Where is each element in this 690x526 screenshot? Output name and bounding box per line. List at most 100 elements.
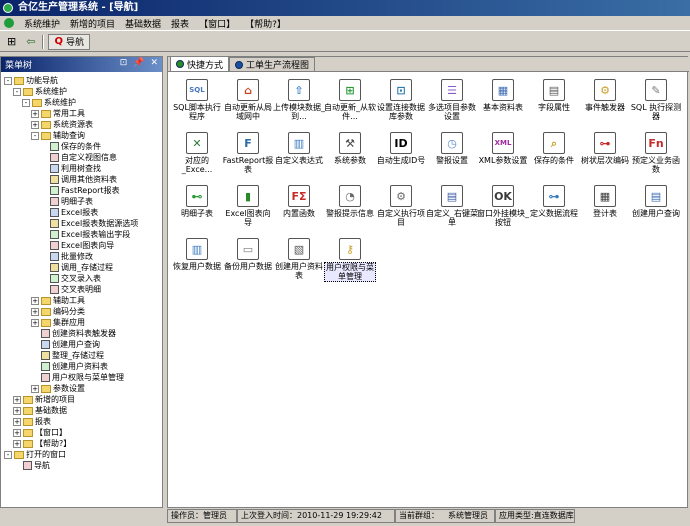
shortcut-item[interactable]: ☰ 多选项目参数设置	[426, 79, 478, 133]
panel-float-icon[interactable]: ⊡	[120, 58, 128, 68]
tree-node[interactable]: + 常用工具	[31, 108, 85, 119]
tree-node[interactable]: FastReport报表	[40, 185, 120, 196]
tree-node[interactable]: 明细子表	[40, 196, 93, 207]
shortcut-item[interactable]: ▤ 字段属性	[528, 79, 580, 133]
shortcut-item[interactable]: ID 自动生成ID号	[375, 132, 427, 186]
collapse-icon[interactable]: -	[22, 98, 30, 107]
tree-node[interactable]: Excel图表向导	[40, 240, 114, 251]
toolbar-layout-button[interactable]: ⊞	[4, 34, 19, 50]
expand-icon[interactable]: +	[31, 384, 39, 393]
tree-node[interactable]: + 基础数据	[13, 405, 67, 416]
menu-item-4[interactable]: 【窗口】	[199, 17, 235, 30]
tree-node[interactable]: 用户权限与菜单管理	[31, 372, 124, 383]
collapse-icon[interactable]: -	[31, 131, 39, 140]
shortcut-item[interactable]: ▥ 恢复用户数据	[171, 238, 223, 292]
tree-node[interactable]: - 系统维护	[22, 97, 76, 108]
tree-node[interactable]: + 参数设置	[31, 383, 85, 394]
shortcut-item[interactable]: ▦ 基本资料表	[477, 79, 529, 133]
expand-icon[interactable]: +	[31, 120, 39, 129]
expand-icon[interactable]: +	[31, 318, 39, 327]
tree-node[interactable]: 自定义视图信息	[40, 152, 117, 163]
tree-node[interactable]: + 编码分类	[31, 306, 85, 317]
tree-node[interactable]: - 系统维护	[13, 86, 67, 97]
expand-icon[interactable]: +	[13, 428, 21, 437]
shortcut-item[interactable]: SQL SQL脚本执行程序	[171, 79, 223, 133]
tree-node[interactable]: - 打开的窗口	[4, 449, 66, 460]
toolbar-exit-button[interactable]: ⇦	[23, 34, 38, 50]
tree-node[interactable]: 创建用户资料表	[31, 361, 108, 372]
collapse-icon[interactable]: -	[4, 76, 12, 85]
shortcut-item[interactable]: ⊡ 设置连接数据库参数	[375, 79, 427, 133]
shortcut-item[interactable]: ⚙ 自定义执行项目	[375, 185, 427, 239]
shortcut-item[interactable]: ▥ 自定义表达式	[273, 132, 325, 186]
tree-node[interactable]: 调用其他资料表	[40, 174, 117, 185]
tree-node[interactable]: 整理_存储过程	[31, 350, 104, 361]
tree-node[interactable]: 交叉录入表	[40, 273, 101, 284]
shortcut-item[interactable]: XML XML参数设置	[477, 132, 529, 186]
shortcut-item[interactable]: ▮ Excel图表向导	[222, 185, 274, 239]
tree-node[interactable]: + 集群应用	[31, 317, 85, 328]
shortcut-item[interactable]: FΣ 内置函数	[273, 185, 325, 239]
shortcut-item[interactable]: ▧ 创建用户资料表	[273, 238, 325, 292]
shortcut-item[interactable]: ⚙ 事件触发器	[579, 79, 631, 133]
shortcut-item[interactable]: ⊶ 定义数据流程	[528, 185, 580, 239]
expand-icon[interactable]: +	[13, 395, 21, 404]
tree-node[interactable]: 创建用户查询	[31, 339, 100, 350]
collapse-icon[interactable]: -	[4, 450, 12, 459]
tree-node[interactable]: 保存的条件	[40, 141, 101, 152]
collapse-icon[interactable]: -	[13, 87, 21, 96]
panel-pin-icon[interactable]: 📌	[133, 58, 144, 68]
tree-node[interactable]: 导航	[13, 460, 50, 471]
tree-node[interactable]: Excel报表数据源选项	[40, 218, 138, 229]
menu-item-0[interactable]: 系统维护	[24, 17, 60, 30]
tab-1[interactable]: 工单生产流程图	[229, 57, 316, 71]
tree-node[interactable]: - 功能导航	[4, 75, 58, 86]
expand-icon[interactable]: +	[13, 417, 21, 426]
tab-0[interactable]: 快捷方式	[170, 56, 230, 71]
tree-node[interactable]: 创建资料表触发器	[31, 328, 116, 339]
shortcut-item[interactable]: ▭ 备份用户数据	[222, 238, 274, 292]
shortcut-item[interactable]: ◔ 警报提示信息	[324, 185, 376, 239]
shortcut-item[interactable]: ⌕ 保存的条件	[528, 132, 580, 186]
tree-node[interactable]: Excel报表输出字段	[40, 229, 130, 240]
tree-node[interactable]: - 辅助查询	[31, 130, 85, 141]
shortcut-item[interactable]: OK 窗口外挂模块_按钮	[477, 185, 529, 239]
shortcut-item[interactable]: ◷ 警报设置	[426, 132, 478, 186]
shortcut-item[interactable]: ⊞ 自动更新_从软件...	[324, 79, 376, 133]
shortcut-item[interactable]: ⚒ 系统参数	[324, 132, 376, 186]
tree-node[interactable]: 调用_存储过程	[40, 262, 113, 273]
tree-node[interactable]: 批量修改	[40, 251, 93, 262]
tree-node[interactable]: 交叉表明细	[40, 284, 101, 295]
expand-icon[interactable]: +	[13, 439, 21, 448]
expand-icon[interactable]: +	[31, 296, 39, 305]
shortcut-item[interactable]: ▤ 自定义_右键菜单	[426, 185, 478, 239]
panel-close-icon[interactable]: ✕	[150, 58, 158, 68]
tree-node[interactable]: + 【帮助?】	[13, 438, 71, 449]
shortcut-item[interactable]: ⊷ 明细子表	[171, 185, 223, 239]
tree-node[interactable]: 利用树查找	[40, 163, 101, 174]
shortcut-item[interactable]: ▦ 登计表	[579, 185, 631, 239]
tree-node[interactable]: + 新增的项目	[13, 394, 75, 405]
shortcut-item[interactable]: ✎ SQL 执行探测器	[630, 79, 682, 133]
shortcut-item[interactable]: ⚷ 用户权限与菜单管理	[324, 238, 376, 292]
menu-item-2[interactable]: 基础数据	[125, 17, 161, 30]
menu-item-1[interactable]: 新增的项目	[70, 17, 115, 30]
tree-node[interactable]: + 系统资源表	[31, 119, 93, 130]
menu-item-5[interactable]: 【帮助?】	[245, 17, 286, 30]
expand-icon[interactable]: +	[31, 109, 39, 118]
nav-button[interactable]: Q 导航	[48, 33, 90, 50]
expand-icon[interactable]: +	[31, 307, 39, 316]
tree-node[interactable]: Excel报表	[40, 207, 98, 218]
shortcut-item[interactable]: ⊶ 树状层次编码	[579, 132, 631, 186]
shortcut-item[interactable]: ✕ 对应的_Exce...	[171, 132, 223, 186]
tree-node[interactable]: + 报表	[13, 416, 51, 427]
shortcut-item[interactable]: F FastReport报表	[222, 132, 274, 186]
shortcut-item[interactable]: ▤ 创建用户查询	[630, 185, 682, 239]
tree-node[interactable]: + 辅助工具	[31, 295, 85, 306]
tree-node[interactable]: + 【窗口】	[13, 427, 67, 438]
shortcut-item[interactable]: Fn 预定义业务函数	[630, 132, 682, 186]
shortcut-item[interactable]: ⌂ 自动更新从局域网中	[222, 79, 274, 133]
shortcut-item[interactable]: ⇧ 上传模块数据_到...	[273, 79, 325, 133]
menu-item-3[interactable]: 报表	[171, 17, 189, 30]
expand-icon[interactable]: +	[13, 406, 21, 415]
